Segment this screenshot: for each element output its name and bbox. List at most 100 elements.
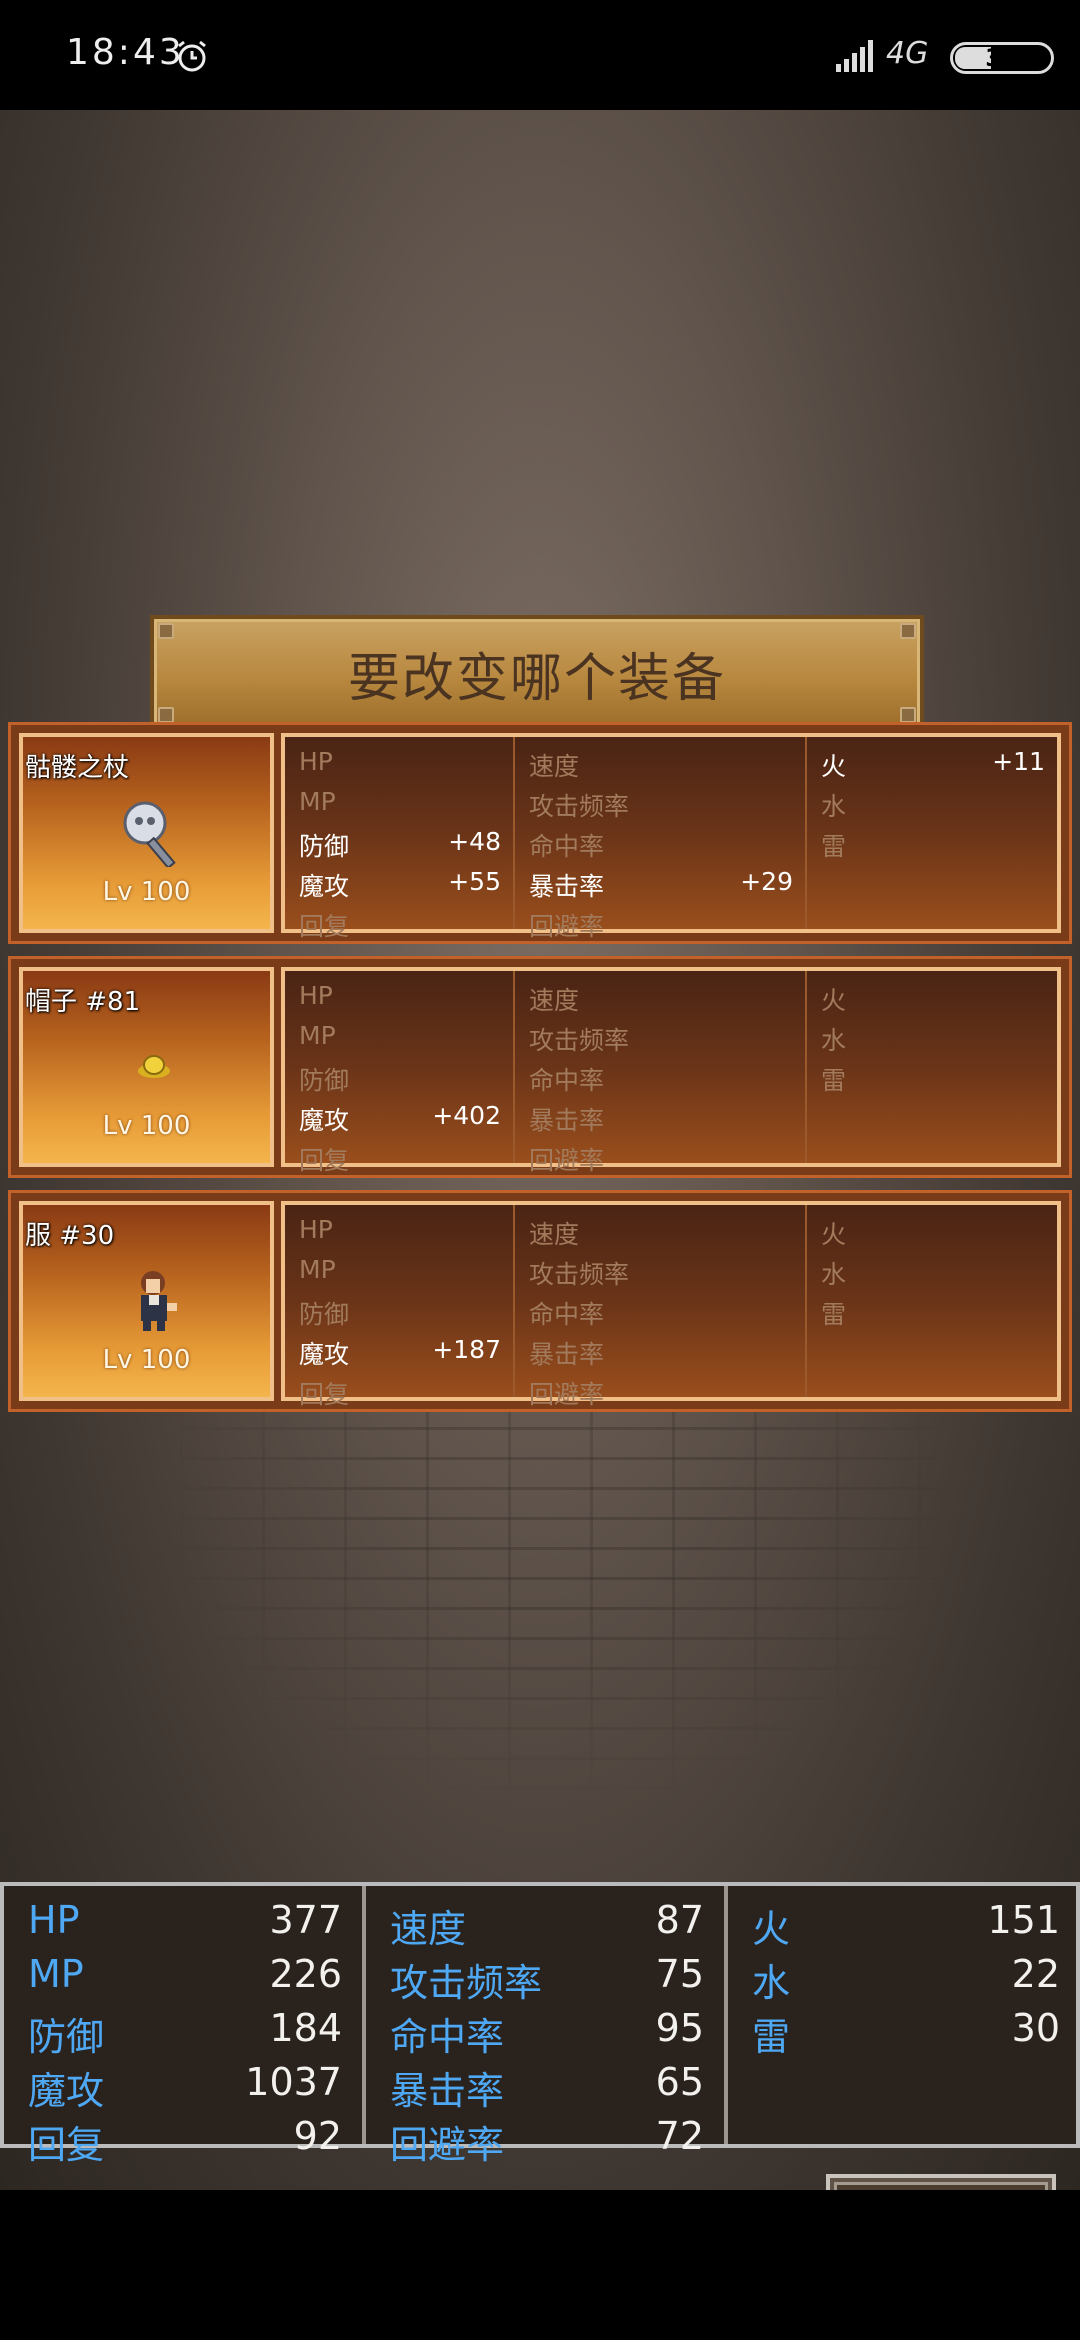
equipment-level: Lv 100 (102, 1111, 191, 1141)
skull-staff-icon (119, 797, 189, 870)
stat-label: 速度 (529, 752, 580, 781)
total-stat-row: 防御 184 (4, 2000, 362, 2059)
total-stat-value: 95 (655, 2006, 704, 2050)
stat-label: HP (299, 1215, 333, 1244)
stat-label: 命中率 (529, 1300, 605, 1329)
stat-row: 火 +11 (807, 741, 1057, 781)
total-stat-row: 暴击率 65 (366, 2054, 724, 2113)
signal-icon (836, 40, 873, 72)
stat-row: 回复 (285, 1135, 513, 1175)
stat-label: MP (299, 1255, 336, 1284)
total-stat-row: 雷 30 (728, 2000, 1080, 2059)
stat-column: HP MP 防御 魔攻 +402 回复 (285, 971, 515, 1175)
stat-label: 防御 (299, 832, 350, 861)
equipment-name: 骷髅之杖 (25, 753, 130, 783)
total-stat-label: 速度 (390, 1907, 467, 1951)
stat-label: 速度 (529, 986, 580, 1015)
stat-label: 防御 (299, 1066, 350, 1095)
total-stat-value: 226 (269, 1952, 342, 1996)
stat-row: 魔攻 +187 (285, 1329, 513, 1369)
stat-label: HP (299, 747, 333, 776)
total-stat-row: 水 22 (728, 1946, 1080, 2005)
stat-label: 暴击率 (529, 1340, 605, 1369)
equipment-level: Lv 100 (102, 877, 191, 907)
stat-label: 火 (821, 986, 847, 1015)
stat-label: 回复 (299, 1380, 350, 1409)
stat-label: 回复 (299, 1146, 350, 1175)
total-stat-value: 22 (1011, 1952, 1060, 1996)
stat-label: 暴击率 (529, 1106, 605, 1135)
stat-row: 火 (807, 975, 1057, 1015)
stat-label: 水 (821, 792, 847, 821)
stat-row: 魔攻 +55 (285, 861, 513, 901)
status-time: 18:43 (66, 32, 185, 73)
equipment-item-tile[interactable]: 帽子 #81 Lv 100 (19, 967, 274, 1167)
total-stat-row: MP 226 (4, 1946, 362, 2000)
stat-column: 火 +11 水 雷 (807, 737, 1057, 929)
total-stats-column-1: HP 377 MP 226 防御 184 魔攻 1037 回复 92 (4, 1886, 366, 2167)
total-stat-value: 184 (269, 2006, 342, 2050)
stat-column: 火 水 雷 (807, 1205, 1057, 1397)
stat-row: 攻击频率 (515, 1015, 805, 1055)
equipment-level: Lv 100 (102, 1345, 191, 1375)
total-stat-row: HP 377 (4, 1892, 362, 1946)
stat-column: HP MP 防御 +48 魔攻 +55 回复 (285, 737, 515, 941)
total-stat-label: 水 (752, 1961, 791, 2005)
stat-row: HP (285, 741, 513, 781)
total-stat-label: 魔攻 (28, 2069, 105, 2113)
stat-row: 回复 (285, 901, 513, 941)
back-button[interactable]: 返回 (826, 2174, 1056, 2190)
equipment-name: 帽子 #81 (25, 987, 141, 1017)
stat-label: 魔攻 (299, 1340, 350, 1369)
stat-label: 攻击频率 (529, 1026, 630, 1055)
equipment-item-tile[interactable]: 骷髅之杖 Lv 100 (19, 733, 274, 933)
stat-row: 速度 (515, 741, 805, 781)
stat-label: 魔攻 (299, 1106, 350, 1135)
stat-row: 命中率 (515, 821, 805, 861)
total-stat-label: 攻击频率 (390, 1961, 543, 2005)
stat-label: MP (299, 1021, 336, 1050)
stat-row: 命中率 (515, 1055, 805, 1095)
stat-label: HP (299, 981, 333, 1010)
stat-row: 水 (807, 1249, 1057, 1289)
equipment-item-tile[interactable]: 服 #30 Lv 100 (19, 1201, 274, 1401)
stat-row: 魔攻 +402 (285, 1095, 513, 1135)
stat-row: 防御 +48 (285, 821, 513, 861)
total-stat-row: 火 151 (728, 1892, 1080, 1951)
equipment-slot-1[interactable]: 骷髅之杖 Lv 100 HP MP 防御 +48 魔攻 +55 回复 速度 攻击… (8, 722, 1072, 944)
total-stat-value: 1037 (245, 2060, 342, 2104)
stat-label: 防御 (299, 1300, 350, 1329)
stat-label: 速度 (529, 1220, 580, 1249)
stat-label: 雷 (821, 1300, 847, 1329)
stat-label: 回避率 (529, 912, 605, 941)
equipment-stats-panel: HP MP 防御 魔攻 +402 回复 速度 攻击频率 命中率 暴击率 回避率 … (281, 967, 1061, 1175)
stat-row: 暴击率 +29 (515, 861, 805, 901)
stat-row: HP (285, 975, 513, 1015)
stat-column: 速度 攻击频率 命中率 暴击率 回避率 (515, 1205, 807, 1409)
total-stat-value: 377 (269, 1898, 342, 1942)
character-outfit-icon (119, 1265, 189, 1335)
stat-column: 速度 攻击频率 命中率 暴击率 回避率 (515, 971, 807, 1175)
stat-row: 水 (807, 781, 1057, 821)
total-stat-row: 魔攻 1037 (4, 2054, 362, 2113)
stat-row: 速度 (515, 975, 805, 1015)
total-stats-panel: HP 377 MP 226 防御 184 魔攻 1037 回复 92 速度 87 攻击频率… (0, 1882, 1080, 2167)
stat-row: 回复 (285, 1369, 513, 1409)
stat-row: 回避率 (515, 1135, 805, 1175)
stat-column: 速度 攻击频率 命中率 暴击率 +29 回避率 (515, 737, 807, 941)
total-stats-column-3: 火 151 水 22 雷 30 (728, 1886, 1080, 2144)
stat-row: 回避率 (515, 1369, 805, 1409)
equipment-stats-panel: HP MP 防御 魔攻 +187 回复 速度 攻击频率 命中率 暴击率 回避率 … (281, 1201, 1061, 1409)
alarm-icon (178, 40, 206, 72)
stat-label: 魔攻 (299, 872, 350, 901)
stat-value: +55 (448, 867, 501, 896)
hat-icon (119, 1031, 189, 1101)
stat-row: 回避率 (515, 901, 805, 941)
stat-label: 水 (821, 1260, 847, 1289)
total-stat-value: 87 (655, 1898, 704, 1942)
equipment-slot-2[interactable]: 帽子 #81 Lv 100 HP MP 防御 魔攻 +402 回复 速度 攻击频… (8, 956, 1072, 1178)
stat-row: 防御 (285, 1289, 513, 1329)
stat-value: +11 (992, 747, 1045, 776)
equipment-slot-3[interactable]: 服 #30 Lv 100 HP MP 防御 魔攻 +187 回复 速度 攻击频率 (8, 1190, 1072, 1412)
total-stat-label: MP (28, 1952, 84, 1996)
